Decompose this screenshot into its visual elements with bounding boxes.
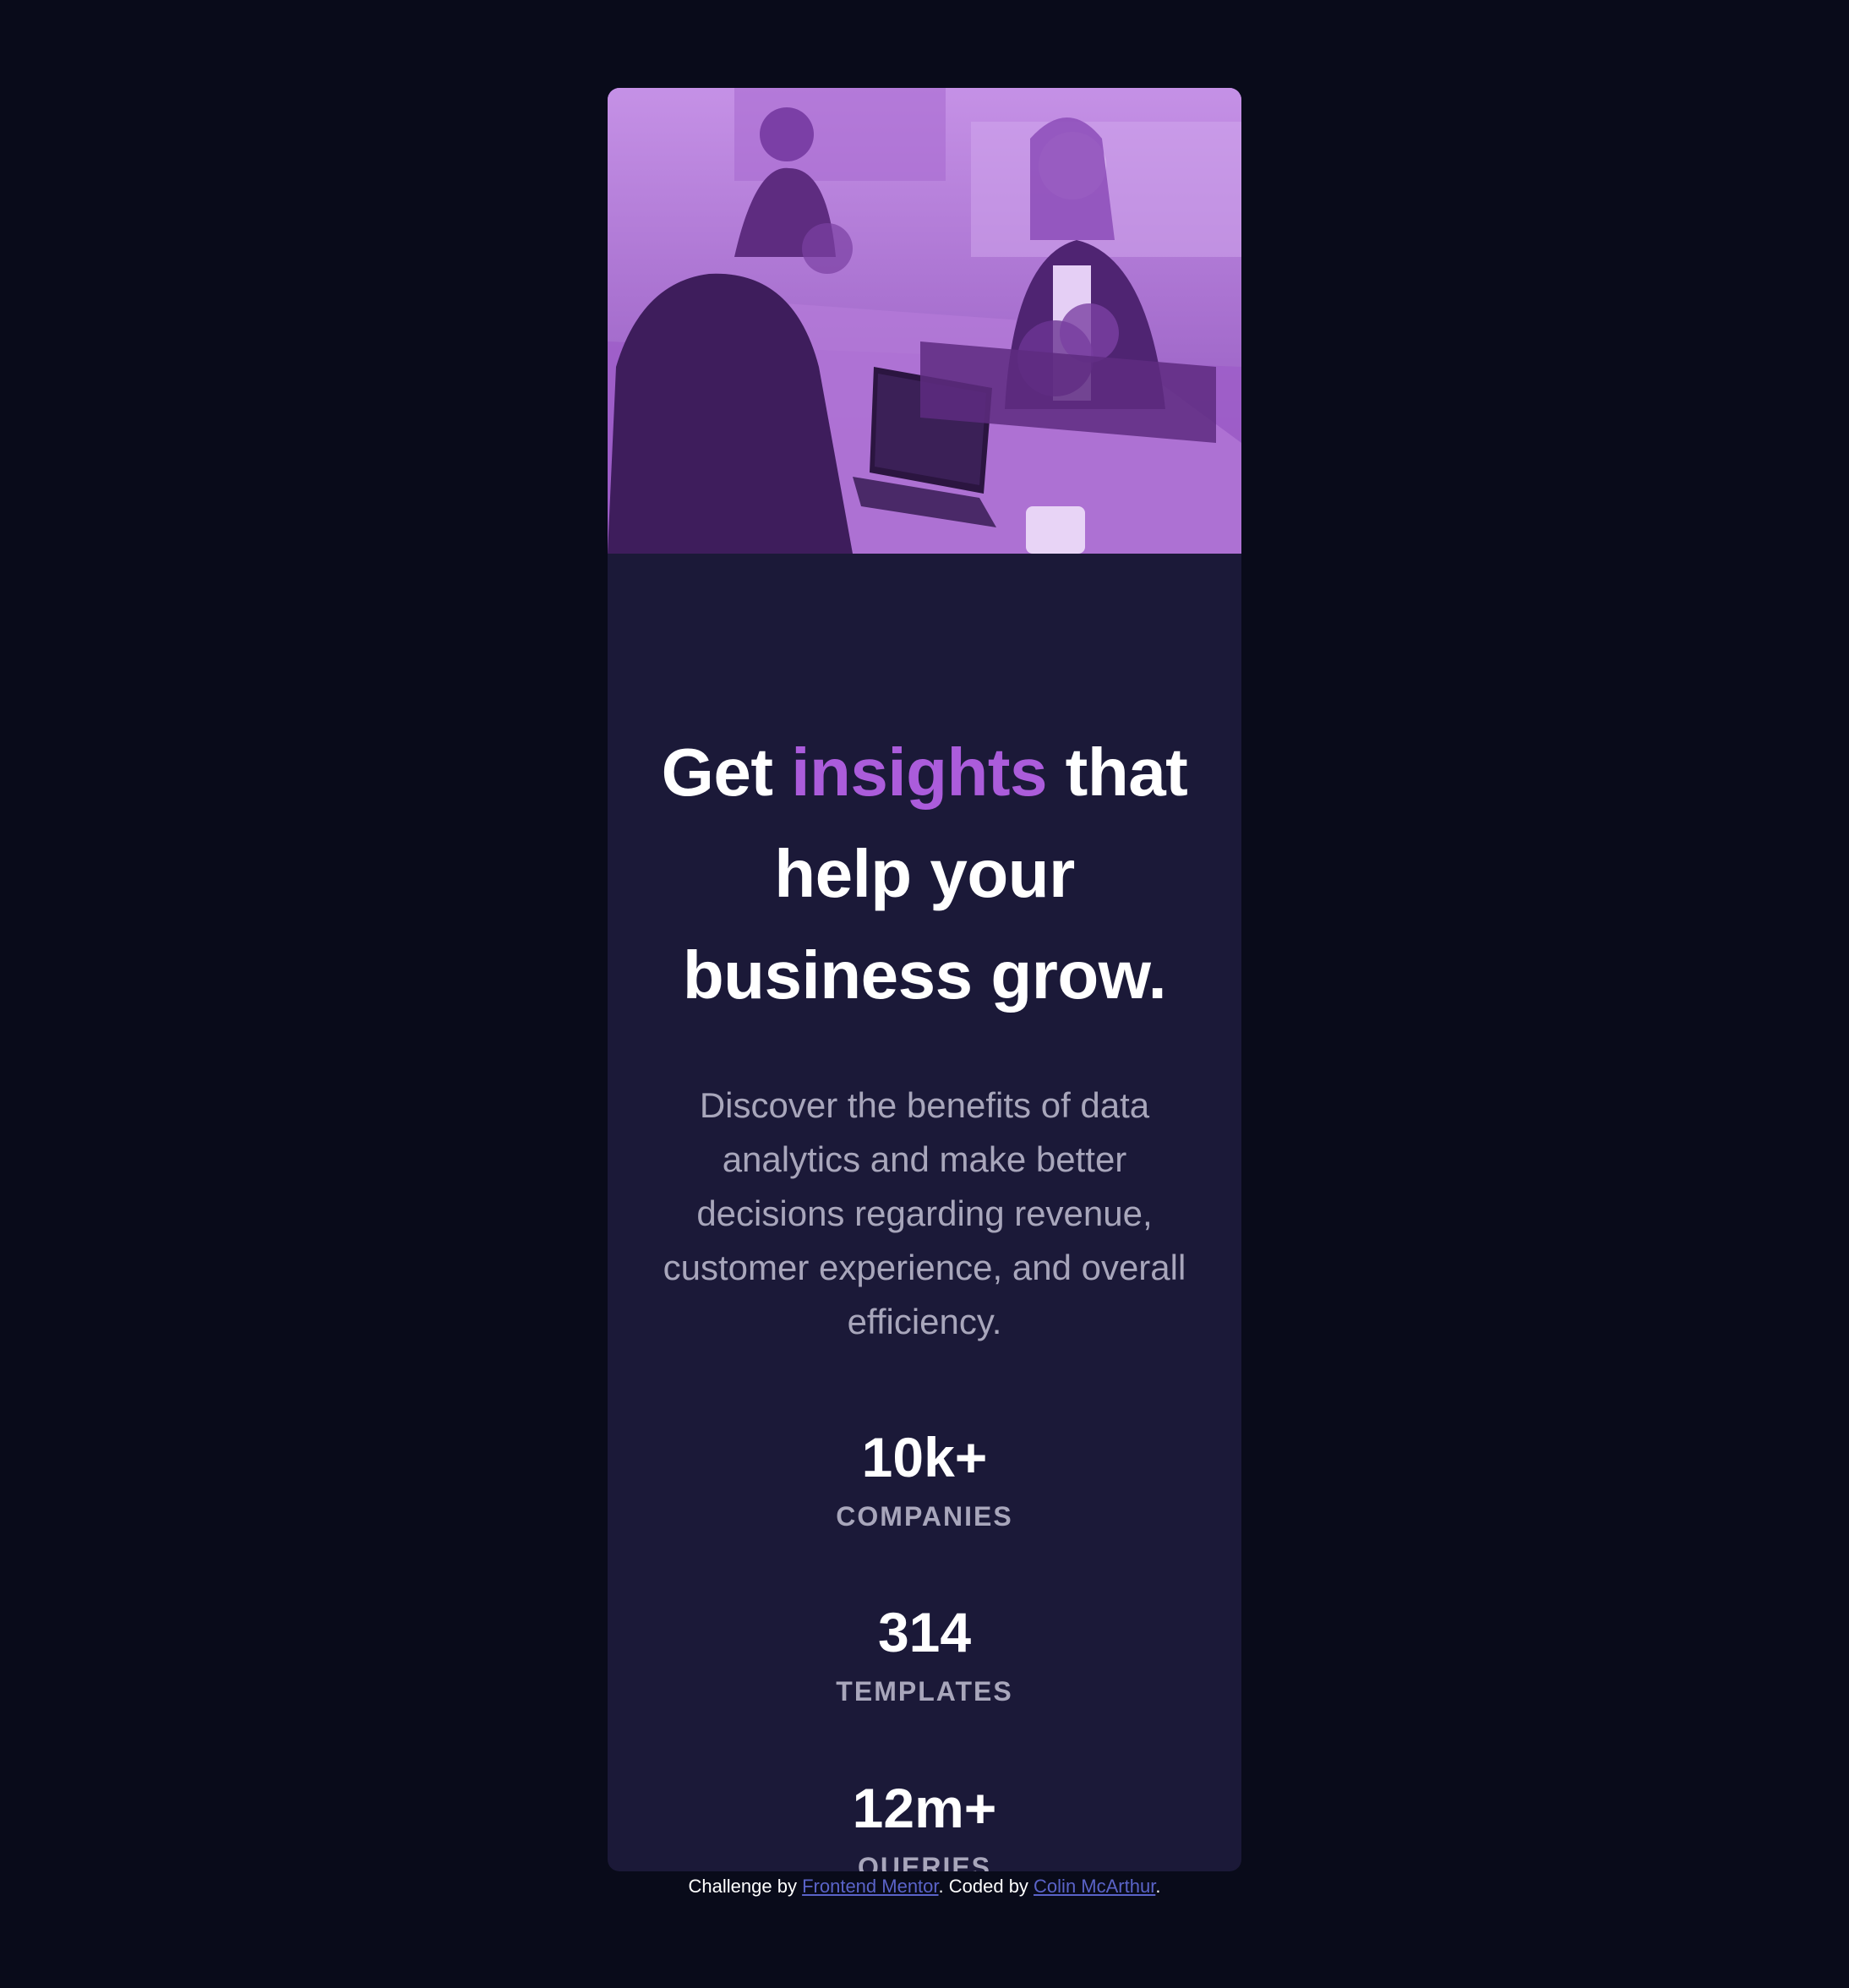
heading-accent: insights: [791, 735, 1047, 810]
team-working-photo-icon: [608, 88, 1241, 554]
heading-part1: Get: [661, 735, 792, 810]
author-link[interactable]: Colin McArthur: [1034, 1876, 1155, 1897]
attribution: Challenge by Frontend Mentor. Coded by C…: [0, 1870, 1849, 1903]
stat-value: 10k+: [861, 1426, 988, 1488]
stat-value: 314: [877, 1601, 972, 1663]
stat-label: COMPANIES: [836, 1501, 1013, 1532]
attribution-middle: . Coded by: [938, 1876, 1034, 1897]
attribution-prefix: Challenge by: [688, 1876, 803, 1897]
stat-label: TEMPLATES: [836, 1676, 1013, 1707]
stat-value: 12m+: [852, 1777, 997, 1839]
frontend-mentor-link[interactable]: Frontend Mentor: [802, 1876, 938, 1897]
stat-companies: 10k+ COMPANIES: [608, 1423, 1241, 1533]
stat-label: QUERIES: [857, 1852, 992, 1871]
page-title: Get insights that help your business gro…: [641, 722, 1208, 1026]
attribution-suffix: .: [1155, 1876, 1161, 1897]
stat-templates: 314 TEMPLATES: [608, 1598, 1241, 1708]
stats-card: Get insights that help your business gro…: [608, 88, 1241, 1871]
stat-queries: 12m+ QUERIES: [608, 1774, 1241, 1871]
description-text: Discover the benefits of data analytics …: [663, 1085, 1186, 1341]
hero-image: [608, 88, 1241, 554]
